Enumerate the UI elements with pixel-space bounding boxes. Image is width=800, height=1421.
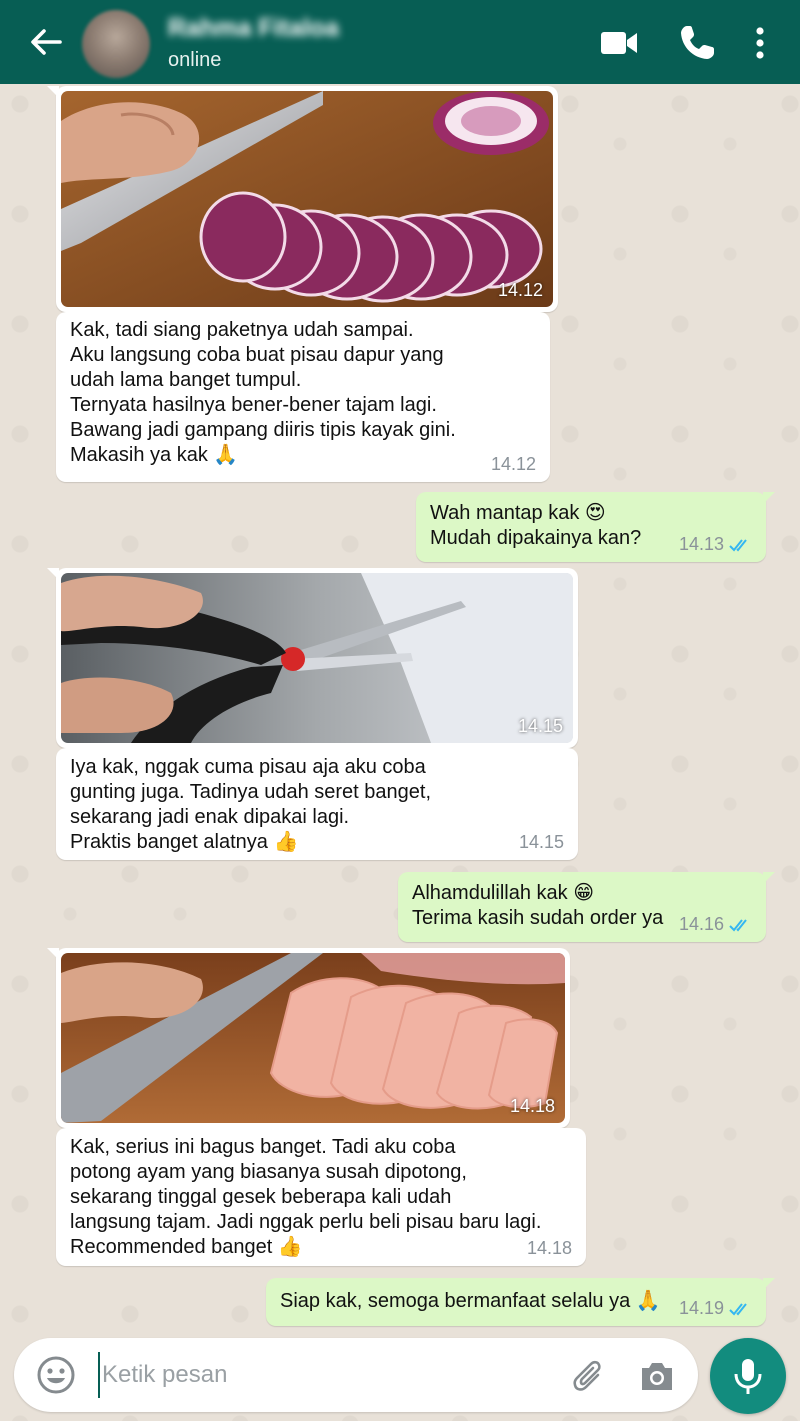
message-text: Kak, tadi siang paketnya udah sampai. Ak… [70,319,456,466]
image-message[interactable]: 14.15 [47,568,578,748]
back-arrow-icon[interactable] [24,22,68,62]
microphone-icon [734,1359,762,1394]
camera-icon[interactable] [638,1358,676,1394]
contact-name[interactable]: Rahma Fitaloa [168,14,339,43]
chat-header: Rahma Fitaloa online [0,0,800,84]
image-message[interactable]: 14.12 [47,86,558,312]
voice-record-button[interactable] [710,1338,786,1414]
emoji-icon[interactable] [36,1355,76,1395]
incoming-message[interactable]: Kak, tadi siang paketnya udah sampai. Ak… [56,312,550,482]
message-time: 14.12 [497,280,543,300]
message-time: 14.12 [490,454,536,474]
message-time: 14.16 [678,914,724,934]
message-time: 14.18 [526,1238,572,1258]
outgoing-message[interactable]: Wah mantap kak 😍 Mudah dipakainya kan? 1… [416,492,775,562]
scissors-cutting-paper-photo: 14.15 [61,573,573,743]
read-ticks-icon [729,538,747,551]
attach-icon[interactable] [570,1358,608,1396]
read-ticks-icon [729,918,747,931]
image-message[interactable]: 14.18 [47,948,570,1128]
message-text: Kak, serius ini bagus banget. Tadi aku c… [70,1136,542,1258]
message-time: 14.18 [509,1096,555,1116]
incoming-message[interactable]: Iya kak, nggak cuma pisau aja aku coba g… [56,748,578,860]
chicken-slicing-photo: 14.18 [61,953,565,1123]
contact-avatar[interactable] [82,10,150,78]
message-time: 14.15 [517,716,563,736]
message-input[interactable] [98,1352,538,1398]
message-text: Iya kak, nggak cuma pisau aja aku coba g… [70,756,432,853]
message-time: 14.15 [518,832,564,852]
outgoing-message[interactable]: Alhamdulillah kak 😁 Terima kasih sudah o… [398,872,775,942]
read-ticks-icon [729,1302,747,1315]
message-time: 14.13 [678,534,724,554]
message-composer [14,1338,698,1412]
message-time: 14.19 [678,1298,724,1318]
onion-slicing-photo: 14.12 [61,91,553,307]
incoming-message[interactable]: Kak, serius ini bagus banget. Tadi aku c… [56,1128,586,1266]
contact-status: online [168,49,222,71]
voice-call-icon[interactable] [676,22,718,64]
outgoing-message[interactable]: Siap kak, semoga bermanfaat selalu ya 🙏 … [266,1278,775,1326]
video-call-icon[interactable] [598,22,640,64]
more-options-icon[interactable] [742,22,778,64]
